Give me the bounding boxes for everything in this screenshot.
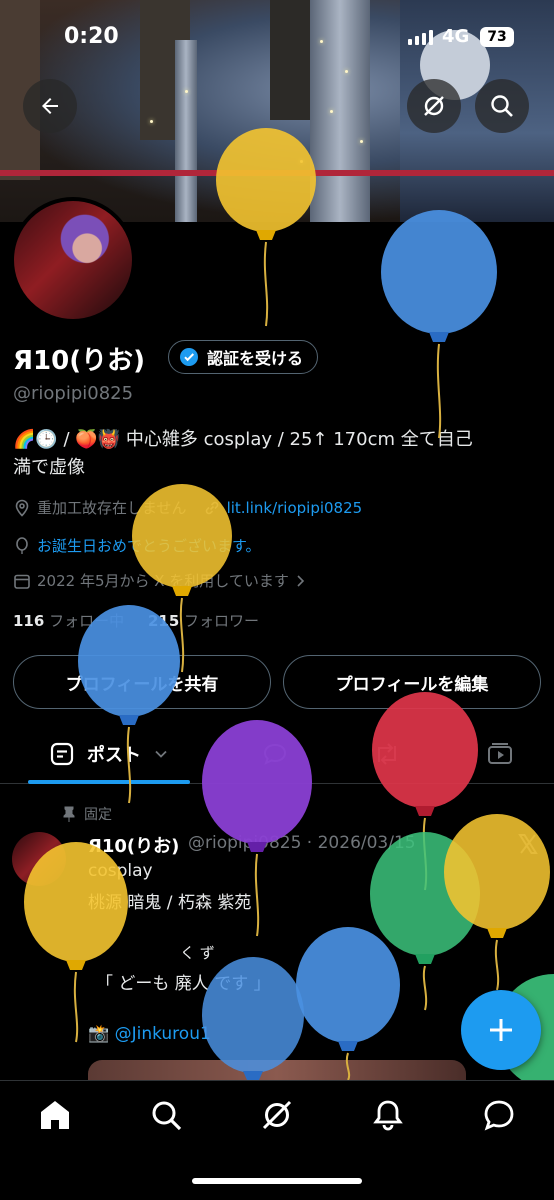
verified-badge-icon (180, 348, 198, 366)
handle: @riopipi0825 (13, 383, 134, 404)
plus-icon (490, 1019, 512, 1041)
balloon-blue-4 (202, 957, 304, 1080)
balloon-yellow-4 (24, 842, 128, 1043)
calendar-icon (14, 574, 30, 589)
balloon-blue-2 (78, 605, 180, 804)
signal-icon (408, 30, 433, 45)
pinned-label: 固定 (84, 807, 112, 823)
home-indicator (192, 1178, 362, 1184)
location-icon (15, 499, 29, 517)
compose-post-button[interactable] (461, 990, 541, 1070)
profile-link[interactable]: lit.link/riopipi0825 (227, 499, 363, 517)
balloon-icon (16, 536, 28, 554)
posts-tab-icon (50, 742, 74, 766)
following-count: 116 (13, 612, 45, 630)
battery-indicator: 73 (480, 27, 514, 47)
get-verified-label: 認証を受ける (207, 349, 304, 368)
grok-nav-icon[interactable] (259, 1097, 295, 1133)
status-time: 0:20 (64, 24, 119, 49)
back-arrow-icon (42, 98, 58, 114)
grok-icon (424, 96, 444, 116)
bio-line-2: 満で虚像 (13, 457, 85, 478)
search-icon (491, 95, 513, 117)
pinned-label-row: 固定 (62, 804, 112, 824)
balloon-blue-1 (381, 210, 497, 439)
balloon-purple (202, 720, 312, 937)
bell-icon[interactable] (370, 1097, 406, 1133)
balloon-yellow-1 (216, 128, 316, 327)
pin-icon (63, 806, 75, 822)
balloon-yellow-3 (444, 814, 550, 991)
back-button[interactable] (23, 79, 77, 133)
search-button[interactable] (475, 79, 529, 133)
avatar[interactable] (10, 197, 136, 323)
media-icon (488, 743, 512, 764)
display-name: Я10(りお) (13, 346, 145, 376)
messages-icon[interactable] (481, 1097, 517, 1133)
search-nav-icon[interactable] (148, 1097, 184, 1133)
home-icon[interactable] (37, 1097, 73, 1133)
grok-button[interactable] (407, 79, 461, 133)
get-verified-button[interactable]: 認証を受ける (168, 340, 319, 374)
chevron-right-icon (297, 574, 304, 587)
network-type: 4G (442, 26, 470, 47)
balloon-blue-3 (296, 927, 400, 1080)
